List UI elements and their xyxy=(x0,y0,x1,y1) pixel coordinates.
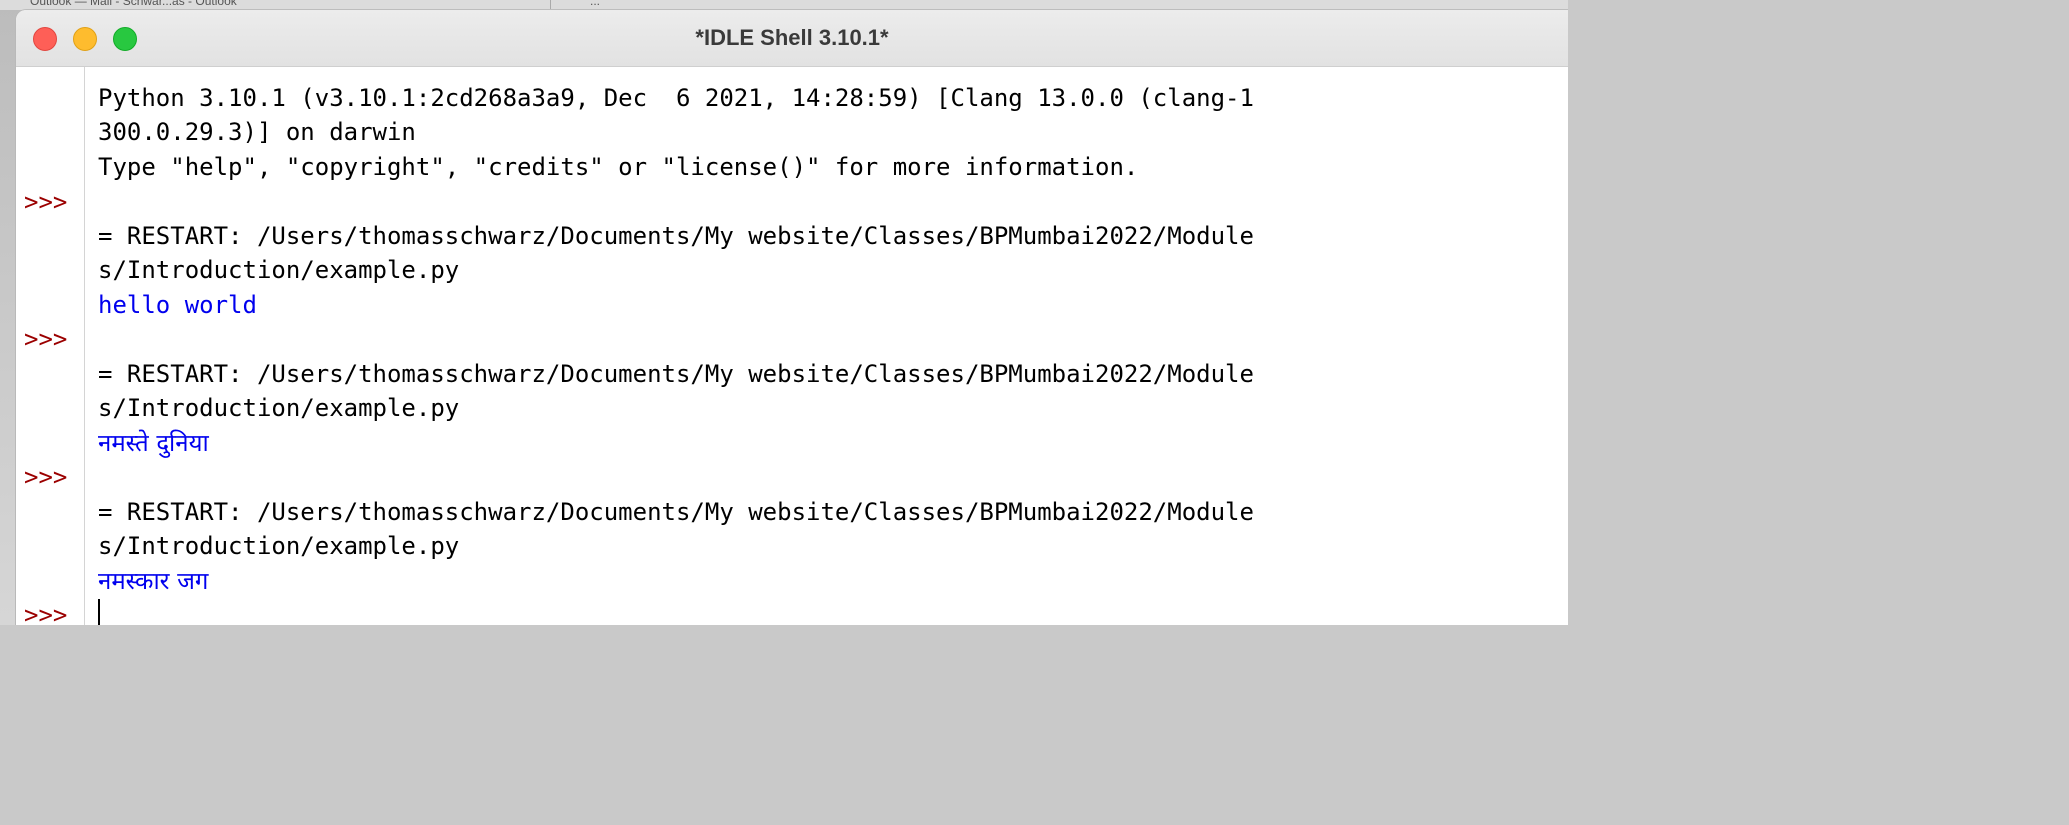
restart-line: s/Introduction/example.py xyxy=(98,256,460,284)
program-output: नमस्ते दुनिया xyxy=(98,429,209,457)
shell-prompt: >>> xyxy=(24,325,68,353)
background-tab[interactable]: ... xyxy=(590,0,730,9)
program-output: नमस्कार जग xyxy=(98,567,209,595)
restart-line: = RESTART: /Users/thomasschwarz/Document… xyxy=(98,360,1254,388)
title-bar[interactable]: *IDLE Shell 3.10.1* xyxy=(16,10,1568,67)
text-cursor xyxy=(98,599,100,625)
prompt-sidebar: >>> >>> >>> >>> xyxy=(16,67,85,625)
shell-prompt: >>> xyxy=(24,463,68,491)
restart-line: = RESTART: /Users/thomasschwarz/Document… xyxy=(98,498,1254,526)
background-window-tabstrip: Outlook — Mail - Schwar...as - Outlook .… xyxy=(0,0,1568,10)
program-output: hello world xyxy=(98,291,257,319)
window-title: *IDLE Shell 3.10.1* xyxy=(695,25,889,50)
banner-line: Python 3.10.1 (v3.10.1:2cd268a3a9, Dec 6… xyxy=(98,84,1254,112)
shell-prompt: >>> xyxy=(24,188,68,216)
shell-area[interactable]: >>> >>> >>> >>> Python 3.10.1 (v3.10.1:2… xyxy=(16,67,1568,625)
shell-text[interactable]: Python 3.10.1 (v3.10.1:2cd268a3a9, Dec 6… xyxy=(98,67,1568,625)
restart-line: = RESTART: /Users/thomasschwarz/Document… xyxy=(98,222,1254,250)
banner-line: 300.0.29.3)] on darwin xyxy=(98,118,416,146)
shell-prompt: >>> xyxy=(24,601,68,625)
restart-line: s/Introduction/example.py xyxy=(98,394,460,422)
background-tab[interactable]: Outlook — Mail - Schwar...as - Outlook xyxy=(30,0,551,9)
idle-shell-window: *IDLE Shell 3.10.1* >>> >>> >>> >>> Pyth… xyxy=(16,10,1568,625)
desktop: Outlook — Mail - Schwar...as - Outlook .… xyxy=(0,0,1568,625)
restart-line: s/Introduction/example.py xyxy=(98,532,460,560)
banner-line: Type "help", "copyright", "credits" or "… xyxy=(98,153,1139,181)
